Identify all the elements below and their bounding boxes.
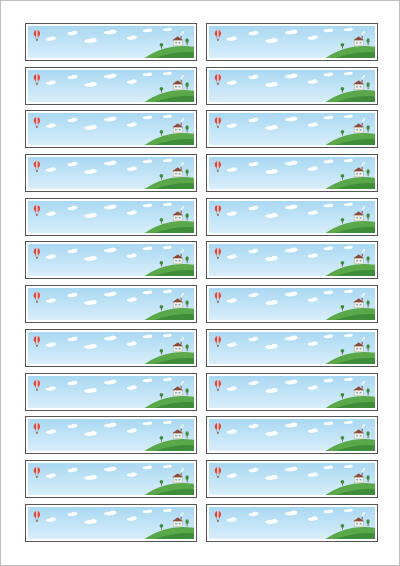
name-label-22[interactable] <box>206 459 378 498</box>
name-label-6[interactable] <box>206 110 378 149</box>
label-illustration <box>28 26 194 58</box>
label-illustration <box>209 157 375 190</box>
name-label-5[interactable] <box>25 110 197 149</box>
name-label-1[interactable] <box>25 23 197 61</box>
label-illustration <box>209 244 375 277</box>
name-label-4[interactable] <box>206 66 378 105</box>
name-label-12[interactable] <box>206 241 378 280</box>
label-illustration <box>28 419 194 452</box>
label-illustration <box>28 375 194 408</box>
label-illustration <box>209 69 375 102</box>
label-illustration <box>28 331 194 364</box>
label-illustration <box>209 419 375 452</box>
name-label-17[interactable] <box>25 372 197 411</box>
name-label-2[interactable] <box>206 23 378 61</box>
name-label-8[interactable] <box>206 154 378 193</box>
name-label-19[interactable] <box>25 416 197 455</box>
name-label-13[interactable] <box>25 285 197 324</box>
label-grid <box>25 23 378 542</box>
name-label-15[interactable] <box>25 328 197 367</box>
label-illustration <box>209 375 375 408</box>
label-illustration <box>28 244 194 277</box>
name-label-21[interactable] <box>25 459 197 498</box>
name-label-7[interactable] <box>25 154 197 193</box>
label-illustration <box>209 331 375 364</box>
name-label-10[interactable] <box>206 197 378 236</box>
name-label-23[interactable] <box>25 503 197 542</box>
name-label-11[interactable] <box>25 241 197 280</box>
label-illustration <box>28 288 194 321</box>
name-label-18[interactable] <box>206 372 378 411</box>
name-label-14[interactable] <box>206 285 378 324</box>
label-illustration <box>28 506 194 539</box>
label-illustration <box>28 462 194 495</box>
label-illustration <box>209 288 375 321</box>
name-label-24[interactable] <box>206 503 378 542</box>
label-illustration <box>209 506 375 539</box>
label-illustration <box>28 200 194 233</box>
label-illustration <box>28 157 194 190</box>
label-illustration <box>28 113 194 146</box>
label-sheet <box>0 0 400 566</box>
name-label-3[interactable] <box>25 66 197 105</box>
label-illustration <box>209 462 375 495</box>
label-illustration <box>209 113 375 146</box>
name-label-9[interactable] <box>25 197 197 236</box>
label-illustration <box>209 26 375 58</box>
name-label-20[interactable] <box>206 416 378 455</box>
name-label-16[interactable] <box>206 328 378 367</box>
label-illustration <box>28 69 194 102</box>
label-illustration <box>209 200 375 233</box>
